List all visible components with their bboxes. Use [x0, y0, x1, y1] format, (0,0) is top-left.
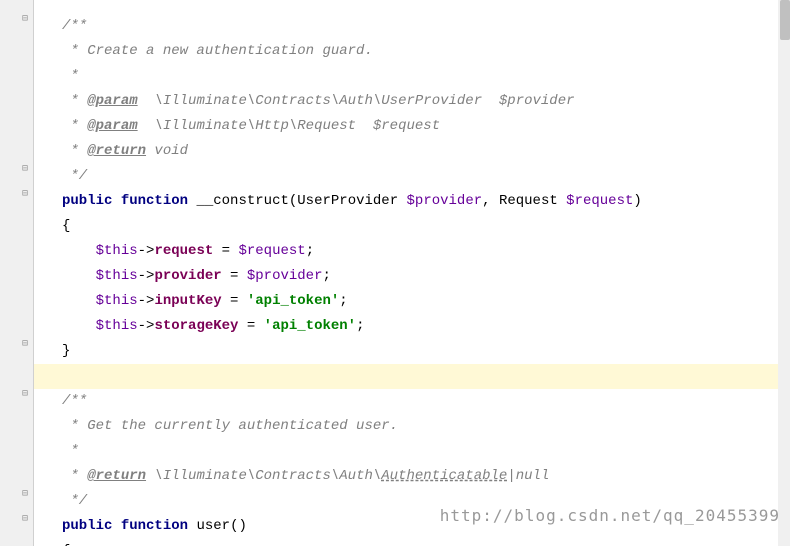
- doc-return-null: |null: [507, 468, 549, 484]
- fold-marker-icon[interactable]: ⊟: [19, 189, 31, 201]
- this-var: $this: [96, 268, 138, 284]
- string-api-token: 'api_token': [247, 293, 339, 309]
- arrow-op: ->: [138, 318, 155, 334]
- var-request: $request: [238, 243, 305, 259]
- scrollbar-thumb[interactable]: [780, 0, 790, 40]
- this-var: $this: [96, 293, 138, 309]
- doc-return-prefix: *: [62, 468, 87, 484]
- doc-comment-blank: *: [62, 443, 79, 459]
- doc-comment-desc: * Get the currently authenticated user.: [62, 418, 398, 434]
- assign-op: =: [222, 293, 247, 309]
- doc-tag-param: @param: [87, 118, 137, 134]
- param-var-request: $request: [566, 193, 633, 209]
- watermark-text: http://blog.csdn.net/qq_20455399: [440, 503, 780, 528]
- doc-param-type: \Illuminate\Http\Request $request: [138, 118, 440, 134]
- property-request: request: [154, 243, 213, 259]
- doc-tag-return: @return: [87, 143, 146, 159]
- doc-param-type: \Illuminate\Contracts\Auth\UserProvider …: [138, 93, 575, 109]
- fold-marker-icon[interactable]: ⊟: [19, 489, 31, 501]
- property-provider: provider: [154, 268, 221, 284]
- code-editor: ⊟ ⊟ ⊟ ⊟ ⊟ ⊟ ⊟ /** * Create a new authenticatio…: [0, 0, 790, 546]
- editor-gutter: ⊟ ⊟ ⊟ ⊟ ⊟ ⊟ ⊟: [0, 0, 34, 546]
- doc-param-prefix: *: [62, 93, 87, 109]
- doc-return-prefix: *: [62, 143, 87, 159]
- doc-comment-blank: *: [62, 68, 79, 84]
- property-storagekey: storageKey: [154, 318, 238, 334]
- doc-tag-return: @return: [87, 468, 146, 484]
- fold-marker-icon[interactable]: ⊟: [19, 389, 31, 401]
- assign-op: =: [222, 268, 247, 284]
- arrow-op: ->: [138, 243, 155, 259]
- keyword-function: function: [121, 193, 188, 209]
- keyword-public: public: [62, 193, 112, 209]
- string-api-token: 'api_token': [264, 318, 356, 334]
- doc-comment-close: */: [62, 168, 87, 184]
- fold-marker-icon[interactable]: ⊟: [19, 14, 31, 26]
- param-type: UserProvider: [297, 193, 398, 209]
- doc-comment-desc: * Create a new authentication guard.: [62, 43, 373, 59]
- close-brace: }: [62, 343, 70, 359]
- function-name-construct: __construct: [196, 193, 288, 209]
- semicolon: ;: [306, 243, 314, 259]
- assign-op: =: [213, 243, 238, 259]
- fold-marker-icon[interactable]: ⊟: [19, 339, 31, 351]
- function-name-user: user: [196, 518, 230, 534]
- this-var: $this: [96, 318, 138, 334]
- semicolon: ;: [339, 293, 347, 309]
- doc-comment-open: /**: [62, 393, 87, 409]
- keyword-public: public: [62, 518, 112, 534]
- this-var: $this: [96, 243, 138, 259]
- open-brace: {: [62, 218, 70, 234]
- property-inputkey: inputKey: [154, 293, 221, 309]
- scrollbar-track[interactable]: [778, 0, 790, 546]
- doc-comment-open: /**: [62, 18, 87, 34]
- doc-param-prefix: *: [62, 118, 87, 134]
- highlighted-empty-line[interactable]: [34, 364, 790, 389]
- code-area[interactable]: /** * Create a new authentication guard.…: [34, 0, 790, 546]
- arrow-op: ->: [138, 293, 155, 309]
- doc-return-authenticatable: Authenticatable: [381, 468, 507, 484]
- keyword-function: function: [121, 518, 188, 534]
- param-type: Request: [499, 193, 558, 209]
- doc-tag-param: @param: [87, 93, 137, 109]
- arrow-op: ->: [138, 268, 155, 284]
- doc-return-type: void: [146, 143, 188, 159]
- doc-return-namespace: \Illuminate\Contracts\Auth\: [146, 468, 381, 484]
- doc-comment-close: */: [62, 493, 87, 509]
- param-var-provider: $provider: [407, 193, 483, 209]
- assign-op: =: [238, 318, 263, 334]
- semicolon: ;: [356, 318, 364, 334]
- semicolon: ;: [323, 268, 331, 284]
- fold-marker-icon[interactable]: ⊟: [19, 514, 31, 526]
- parens: (): [230, 518, 247, 534]
- fold-marker-icon[interactable]: ⊟: [19, 164, 31, 176]
- var-provider: $provider: [247, 268, 323, 284]
